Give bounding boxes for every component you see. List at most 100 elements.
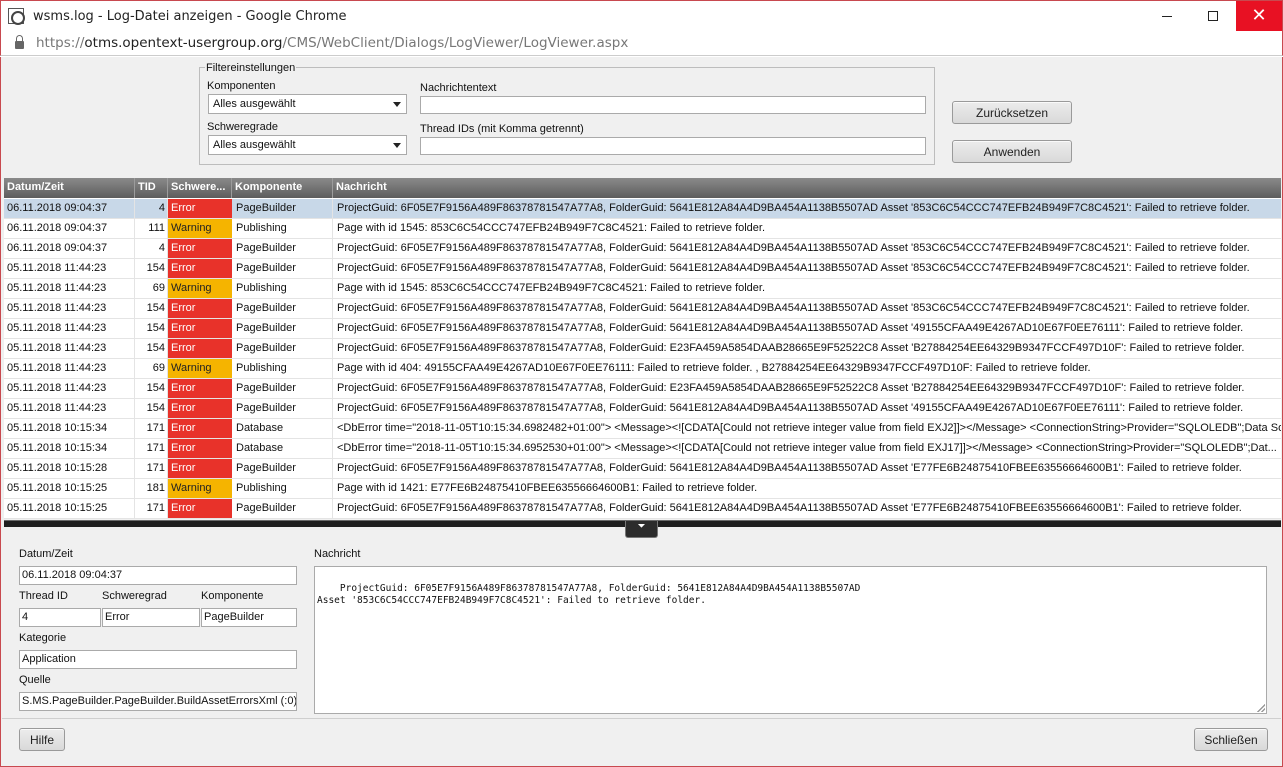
cell-schweregrad: Error xyxy=(168,199,232,218)
cell-datum: 06.11.2018 09:04:37 xyxy=(4,199,135,218)
resize-grip-icon[interactable] xyxy=(1257,704,1265,712)
url-path: /CMS/WebClient/Dialogs/LogViewer/LogView… xyxy=(282,35,629,51)
cell-nachricht: <DbError time="2018-11-05T10:15:34.69525… xyxy=(337,442,1277,454)
maximize-button[interactable] xyxy=(1190,1,1236,31)
detail-kategorie-field[interactable]: Application xyxy=(19,650,297,669)
threadids-input[interactable] xyxy=(420,137,926,155)
table-row[interactable]: 06.11.2018 09:04:37 4 Error PageBuilder Proj… xyxy=(4,199,1281,219)
cell-datum: 05.11.2018 11:44:23 xyxy=(4,279,135,298)
column-header-datum[interactable]: Datum/Zeit xyxy=(4,178,135,198)
cell-datum: 05.11.2018 11:44:23 xyxy=(4,299,135,318)
detail-nachricht-textarea[interactable]: ProjectGuid: 6F05E7F9156A489F86378781547… xyxy=(314,566,1267,714)
help-button[interactable]: Hilfe xyxy=(19,728,65,751)
close-button[interactable]: Schließen xyxy=(1194,728,1268,751)
log-viewer-content: Filtereinstellungen Komponenten Alles au… xyxy=(0,57,1283,767)
table-row[interactable]: 05.11.2018 11:44:23 69 Warning Publishing Pa… xyxy=(4,279,1281,299)
detail-komponente-label: Komponente xyxy=(201,590,264,602)
komponenten-select[interactable]: Alles ausgewählt xyxy=(208,94,407,114)
table-row[interactable]: 05.11.2018 10:15:34 171 Error Database <DbEr… xyxy=(4,439,1281,459)
detail-nachricht-label: Nachricht xyxy=(314,548,361,560)
cell-schweregrad: Error xyxy=(168,419,232,438)
cell-nachricht: <DbError time="2018-11-05T10:15:34.69824… xyxy=(337,422,1281,434)
chrome-title-bar: wsms.log - Log-Datei anzeigen - Google C… xyxy=(0,0,1283,31)
table-row[interactable]: 05.11.2018 11:44:23 154 Error PageBuilder Pr… xyxy=(4,339,1281,359)
footer-divider xyxy=(2,718,1281,719)
address-bar[interactable]: https://otms.opentext-usergroup.org/CMS/… xyxy=(0,31,1283,56)
cell-tid: 171 xyxy=(135,419,168,438)
table-row[interactable]: 05.11.2018 11:44:23 154 Error PageBuilder Pr… xyxy=(4,319,1281,339)
cell-datum: 05.11.2018 11:44:23 xyxy=(4,379,135,398)
reset-button[interactable]: Zurücksetzen xyxy=(952,101,1072,124)
cell-komponente: Publishing xyxy=(232,479,333,498)
cell-schweregrad: Warning xyxy=(168,359,232,378)
cell-nachricht: Page with id 1545: 853C6C54CCC747EFB24B9… xyxy=(337,222,766,234)
detail-datum-field[interactable]: 06.11.2018 09:04:37 xyxy=(19,566,297,585)
close-icon: ✕ xyxy=(1251,5,1267,26)
cell-nachricht: ProjectGuid: 6F05E7F9156A489F86378781547… xyxy=(337,242,1250,254)
table-row[interactable]: 05.11.2018 11:44:23 154 Error PageBuilder Pr… xyxy=(4,399,1281,419)
cell-komponente: PageBuilder xyxy=(232,319,333,338)
detail-quelle-label: Quelle xyxy=(19,674,51,686)
detail-quelle-field[interactable]: S.MS.PageBuilder.PageBuilder.BuildAssetE… xyxy=(19,692,297,711)
column-header-tid[interactable]: TID xyxy=(135,178,168,198)
cell-datum: 06.11.2018 09:04:37 xyxy=(4,239,135,258)
cell-komponente: PageBuilder xyxy=(232,259,333,278)
table-row[interactable]: 05.11.2018 10:15:34 171 Error Database <DbEr… xyxy=(4,419,1281,439)
cell-komponente: Publishing xyxy=(232,359,333,378)
cell-datum: 05.11.2018 11:44:23 xyxy=(4,339,135,358)
table-row[interactable]: 05.11.2018 11:44:23 69 Warning Publishing Pa… xyxy=(4,359,1281,379)
window-controls: ✕ xyxy=(1144,1,1282,31)
detail-threadid-field[interactable]: 4 xyxy=(19,608,101,627)
log-grid[interactable]: Datum/Zeit TID Schwere... Komponente Nac… xyxy=(4,178,1281,519)
komponenten-label: Komponenten xyxy=(207,80,276,92)
table-row[interactable]: 05.11.2018 10:15:28 171 Error PageBuilder Pr… xyxy=(4,459,1281,479)
url-text[interactable]: https://otms.opentext-usergroup.org/CMS/… xyxy=(36,35,628,51)
cell-nachricht: ProjectGuid: 6F05E7F9156A489F86378781547… xyxy=(337,322,1244,334)
cell-schweregrad: Error xyxy=(168,439,232,458)
komponenten-value: Alles ausgewählt xyxy=(213,98,296,110)
cell-nachricht: ProjectGuid: 6F05E7F9156A489F86378781547… xyxy=(337,402,1244,414)
cell-tid: 154 xyxy=(135,259,168,278)
collapse-handle[interactable]: ⏷ xyxy=(625,521,658,538)
schweregrade-select[interactable]: Alles ausgewählt xyxy=(208,135,407,155)
table-row[interactable]: 05.11.2018 11:44:23 154 Error PageBuilder Pr… xyxy=(4,299,1281,319)
cell-tid: 69 xyxy=(135,279,168,298)
cell-nachricht: ProjectGuid: 6F05E7F9156A489F86378781547… xyxy=(337,202,1250,214)
cell-datum: 05.11.2018 11:44:23 xyxy=(4,399,135,418)
table-row[interactable]: 06.11.2018 09:04:37 111 Warning Publishing P… xyxy=(4,219,1281,239)
cell-schweregrad: Error xyxy=(168,399,232,418)
cell-tid: 4 xyxy=(135,199,168,218)
minimize-icon xyxy=(1162,15,1172,17)
column-header-komponente[interactable]: Komponente xyxy=(232,178,333,198)
minimize-button[interactable] xyxy=(1144,1,1190,31)
cell-schweregrad: Error xyxy=(168,319,232,338)
schweregrade-label: Schweregrade xyxy=(207,121,278,133)
cell-komponente: PageBuilder xyxy=(232,199,333,218)
cell-nachricht: ProjectGuid: 6F05E7F9156A489F86378781547… xyxy=(337,342,1245,354)
close-window-button[interactable]: ✕ xyxy=(1236,1,1282,31)
grid-header: Datum/Zeit TID Schwere... Komponente Nac… xyxy=(4,178,1281,198)
cell-schweregrad: Error xyxy=(168,299,232,318)
nachrichtentext-input[interactable] xyxy=(420,96,926,114)
cell-nachricht: Page with id 1545: 853C6C54CCC747EFB24B9… xyxy=(337,282,766,294)
detail-schweregrad-field[interactable]: Error xyxy=(102,608,200,627)
table-row[interactable]: 05.11.2018 11:44:23 154 Error PageBuilder Pr… xyxy=(4,379,1281,399)
cell-komponente: PageBuilder xyxy=(232,499,333,518)
column-header-schweregrad[interactable]: Schwere... xyxy=(168,178,232,198)
cell-schweregrad: Error xyxy=(168,259,232,278)
table-row[interactable]: 06.11.2018 09:04:37 4 Error PageBuilder Proj… xyxy=(4,239,1281,259)
cell-komponente: PageBuilder xyxy=(232,459,333,478)
table-row[interactable]: 05.11.2018 10:15:25 171 Error PageBuilder Pr… xyxy=(4,499,1281,519)
table-row[interactable]: 05.11.2018 11:44:23 154 Error PageBuilder Pr… xyxy=(4,259,1281,279)
table-row[interactable]: 05.11.2018 10:15:25 181 Warning Publishing P… xyxy=(4,479,1281,499)
cell-tid: 154 xyxy=(135,339,168,358)
cell-nachricht: ProjectGuid: 6F05E7F9156A489F86378781547… xyxy=(337,462,1242,474)
detail-komponente-field[interactable]: PageBuilder xyxy=(201,608,297,627)
window-title: wsms.log - Log-Datei anzeigen - Google C… xyxy=(33,8,347,24)
cell-komponente: PageBuilder xyxy=(232,339,333,358)
column-header-nachricht[interactable]: Nachricht xyxy=(333,178,1281,198)
chevron-down-icon xyxy=(393,143,401,148)
cell-schweregrad: Error xyxy=(168,339,232,358)
cell-datum: 05.11.2018 11:44:23 xyxy=(4,319,135,338)
apply-button[interactable]: Anwenden xyxy=(952,140,1072,163)
